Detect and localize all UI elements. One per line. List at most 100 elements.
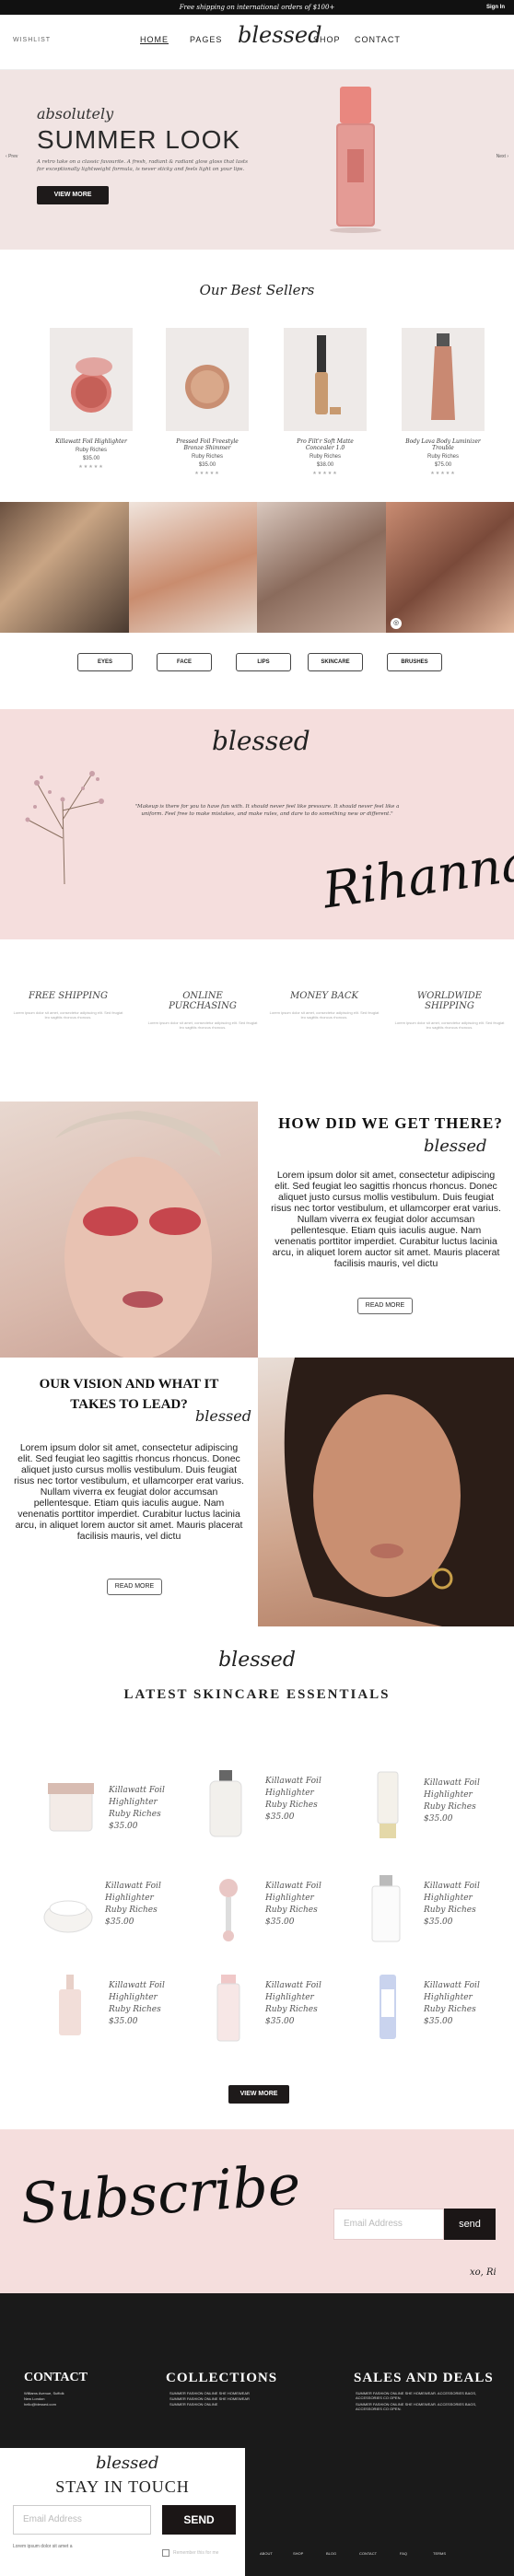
skincare-item[interactable]: Killawatt Foil Highlighter Ruby Riches $35…	[359, 1971, 507, 2054]
bestsellers-title: Our Best Sellers	[199, 282, 315, 298]
footer-collections-line[interactable]: SUMMER FASHION ONLINE SHE HOMEWEAR	[169, 2391, 250, 2395]
instagram-icon[interactable]: ◎	[391, 618, 402, 629]
product-image	[216, 1975, 240, 2042]
footer-link[interactable]: CONTACT	[359, 2551, 377, 2556]
newsletter-send-button[interactable]: SEND	[162, 2505, 236, 2535]
skincare-item[interactable]: Killawatt Foil Highlighter Ruby Riches $35…	[201, 1971, 348, 2054]
footer-link[interactable]: SHOP	[293, 2551, 303, 2556]
category-photo-strip	[0, 502, 514, 633]
skincare-item[interactable]: Killawatt Foil Highlighter Ruby Riches $35…	[201, 1766, 348, 1849]
footer-contact-line[interactable]: hello@blessed.com	[24, 2402, 56, 2407]
newsletter-title: STAY IN TOUCH	[55, 2477, 190, 2496]
quote-logo: blessed	[212, 726, 310, 756]
nav-pages[interactable]: PAGES	[190, 35, 222, 44]
feature-online-purchasing: ONLINE PURCHASING Lorem ipsum dolor sit …	[147, 991, 258, 1030]
promo-bar: Free shipping on international orders of…	[0, 0, 514, 15]
product-image	[377, 1771, 399, 1838]
category-face[interactable]: FACE	[157, 653, 212, 671]
next-arrow[interactable]: Next ›	[496, 154, 508, 159]
nav-home[interactable]: HOME	[140, 35, 169, 44]
subscribe-email-input[interactable]: Email Address	[333, 2209, 444, 2240]
newsletter-box: blessed STAY IN TOUCH Email Address SEND…	[0, 2448, 245, 2576]
remember-checkbox[interactable]	[162, 2549, 169, 2557]
prev-arrow[interactable]: ‹ Prev	[6, 154, 18, 159]
bestseller-card[interactable]: Killawatt Foil Highlighter Ruby Riches $…	[50, 328, 133, 470]
story1-read-more-button[interactable]: READ MORE	[357, 1298, 413, 1314]
skincare-title: LATEST SKINCARE ESSENTIALS	[123, 1687, 391, 1702]
product-image	[43, 1900, 93, 1933]
footer-link[interactable]: FAQ	[400, 2551, 407, 2556]
story2-script: blessed	[195, 1407, 251, 1425]
feature-money-back: MONEY BACK Lorem ipsum dolor sit amet, c…	[269, 991, 380, 1020]
footer-contact-line: Williams Avenue, Suffolk	[24, 2391, 64, 2395]
skincare-photo[interactable]	[385, 502, 514, 633]
rating-stars: ★★★★★	[312, 471, 338, 476]
footer-collections-line[interactable]: SUMMER FASHION ONLINE SHE HOMEWEAR	[169, 2396, 250, 2401]
story1-panel: HOW DID WE GET THERE? blessed Lorem ipsu…	[258, 1102, 514, 1358]
hero-script: absolutely	[37, 105, 114, 122]
footer-collections-line[interactable]: SUMMER FASHION ONLINE	[169, 2402, 217, 2407]
product-image	[380, 1975, 396, 2039]
footer-link[interactable]: BLOG	[326, 2551, 336, 2556]
story1-title: HOW DID WE GET THERE?	[278, 1114, 503, 1132]
category-eyes[interactable]: EYES	[77, 653, 133, 671]
wishlist-link[interactable]: WISHLIST	[13, 37, 51, 43]
bestseller-card[interactable]: Body Lava Body Luminizer Trouble Ruby Ri…	[402, 328, 485, 476]
story1-script: blessed	[424, 1136, 487, 1156]
skincare-item[interactable]: Killawatt Foil Highlighter Ruby Riches $35…	[44, 1971, 192, 2054]
subscribe-section: Subscribe Email Address send xo, Ri	[0, 2129, 514, 2293]
remember-label: Remember this for me	[173, 2550, 219, 2556]
footer-sales-line[interactable]: SUMMER FASHION ONLINE SHE HOMEWEAR. ACCE…	[356, 2391, 494, 2400]
subscribe-signoff: xo, Ri	[470, 2267, 496, 2278]
category-lips[interactable]: LIPS	[236, 653, 291, 671]
bestseller-card[interactable]: Pro Filt'r Soft Matte Concealer 1.0 Ruby…	[284, 328, 367, 476]
footer-contact-line: New London	[24, 2396, 45, 2401]
feature-worldwide-shipping: WORLDWIDE SHIPPING Lorem ipsum dolor sit…	[394, 991, 505, 1030]
story2-read-more-button[interactable]: READ MORE	[107, 1579, 162, 1595]
skincare-item[interactable]: Killawatt Foil Highlighter Ruby Riches $35…	[359, 1768, 507, 1851]
hero-banner: absolutely SUMMER LOOK A retro take on a…	[0, 70, 514, 250]
lips-photo[interactable]	[257, 502, 386, 633]
main-nav: WISHLIST HOME PAGES blessed SHOP CONTACT	[0, 15, 514, 70]
skincare-item[interactable]: Killawatt Foil Highlighter Ruby Riches $35…	[44, 1776, 192, 1859]
hero-title: SUMMER LOOK	[37, 125, 241, 154]
product-image	[59, 1975, 81, 2035]
hero-view-more-button[interactable]: VIEW MORE	[37, 186, 109, 204]
footer-link[interactable]: TERMS	[433, 2551, 446, 2556]
footer: CONTACT Williams Avenue, Suffolk New Lon…	[0, 2293, 514, 2576]
hero-body: A retro take on a classic favourite. A f…	[37, 159, 248, 172]
skincare-item[interactable]: Killawatt Foil Highlighter Ruby Riches $35…	[41, 1871, 188, 1954]
footer-collections-title: COLLECTIONS	[166, 2371, 278, 2385]
skincare-item[interactable]: Killawatt Foil Highlighter Ruby Riches $35…	[201, 1871, 348, 1954]
subscribe-send-button[interactable]: send	[444, 2209, 496, 2240]
skincare-script: blessed	[218, 1649, 296, 1672]
footer-link[interactable]: ABOUT	[260, 2551, 273, 2556]
story1-body: Lorem ipsum dolor sit amet, consectetur …	[271, 1170, 501, 1269]
product-image	[371, 1875, 401, 1942]
feature-free-shipping: FREE SHIPPING Lorem ipsum dolor sit amet…	[13, 991, 123, 1020]
subscribe-title: Subscribe	[18, 2152, 303, 2237]
nav-shop[interactable]: SHOP	[313, 35, 341, 44]
eyes-photo[interactable]	[0, 502, 129, 633]
category-brushes[interactable]: BRUSHES	[387, 653, 442, 671]
product-image	[50, 328, 133, 431]
story2-panel: OUR VISION AND WHAT IT TAKES TO LEAD? bl…	[0, 1358, 258, 1626]
footer-sales-line[interactable]: SUMMER FASHION ONLINE SHE HOMEWEAR. ACCE…	[356, 2402, 494, 2411]
sign-in-link[interactable]: Sign In	[486, 0, 505, 15]
product-image	[284, 328, 367, 431]
logo[interactable]: blessed	[238, 22, 321, 48]
face-photo[interactable]	[128, 502, 257, 633]
category-skincare[interactable]: SKINCARE	[308, 653, 363, 671]
quote-text: "Makeup is there for you to have fun wit…	[134, 804, 400, 817]
bestseller-card[interactable]: Pressed Foil Freestyle Bronze Shimmer Ru…	[166, 328, 249, 476]
model-photo-glow	[258, 1358, 514, 1626]
skincare-view-more-button[interactable]: VIEW MORE	[228, 2085, 289, 2104]
newsletter-email-input[interactable]: Email Address	[13, 2505, 151, 2535]
skincare-item[interactable]: Killawatt Foil Highlighter Ruby Riches $35…	[359, 1871, 507, 1954]
nav-contact[interactable]: CONTACT	[355, 35, 401, 44]
dried-flowers-image	[25, 771, 104, 884]
promo-text: Free shipping on international orders of…	[179, 4, 335, 11]
model-photo-red-eyes	[0, 1102, 258, 1358]
rihanna-signature: Rihanna	[319, 833, 514, 920]
product-image	[48, 1783, 94, 1832]
